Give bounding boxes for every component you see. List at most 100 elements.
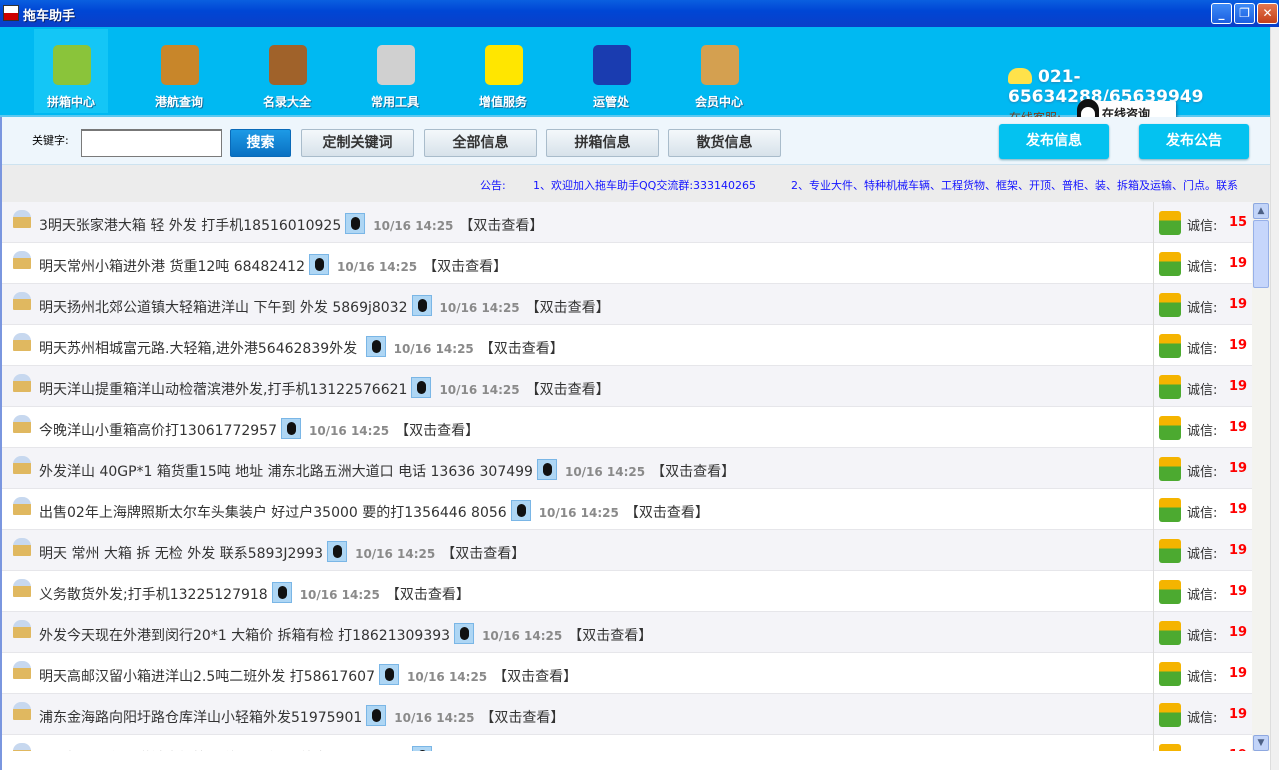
nav-item[interactable]: 拼箱中心 — [34, 29, 108, 113]
credit-label: 诚信: — [1187, 424, 1218, 439]
view-link[interactable]: 【双击查看】 — [423, 259, 507, 275]
credit-cell: 诚信: 19 — [1153, 407, 1252, 448]
list-item[interactable]: 明天苏州相城富元路.大轻箱,进外港56462839外发 10/16 14:25 【… — [2, 325, 1252, 366]
info-list: 3明天张家港大箱 轻 外发 打手机18516010925 10/16 14:25 【… — [2, 202, 1252, 751]
view-link[interactable]: 【双击查看】 — [625, 505, 709, 521]
qq-icon[interactable] — [378, 664, 399, 685]
credit-label: 诚信: — [1187, 465, 1218, 480]
view-link[interactable]: 【双击查看】 — [651, 464, 735, 480]
credit-label: 诚信: — [1187, 588, 1218, 603]
bulk-info-button[interactable]: 散货信息 — [668, 129, 781, 157]
credit-cell: 诚信: 15 — [1153, 202, 1252, 243]
nav-item[interactable]: 常用工具 — [358, 29, 432, 113]
view-link[interactable]: 【双击查看】 — [480, 710, 564, 726]
nav-label: 运管处 — [592, 95, 629, 109]
credit-cell: 诚信: 19 — [1153, 653, 1252, 694]
container-box-icon — [13, 292, 31, 310]
item-text: 3明天张家港大箱 轻 外发 打手机18516010925 — [39, 218, 342, 234]
list-item[interactable]: 明天扬州北郊公道镇大轻箱进洋山 下午到 外发 5869j8032 10/16 14… — [2, 284, 1252, 325]
scroll-thumb[interactable] — [1253, 220, 1269, 288]
credit-cell: 诚信: 19 — [1153, 530, 1252, 571]
list-item[interactable]: 明天洋山提重箱洋山动检蓿滨港外发,打手机13122576621 10/16 14:… — [2, 366, 1252, 407]
list-item[interactable]: 明天常州小箱进外港 货重12吨 68482412 10/16 14:25 【双击查看… — [2, 243, 1252, 284]
nav-item[interactable]: 名录大全 — [250, 29, 324, 113]
reputation-hands-icon — [1159, 498, 1181, 522]
window-scrollbar[interactable] — [1270, 27, 1279, 770]
list-scrollbar[interactable]: ▲ ▼ — [1252, 202, 1270, 751]
nav-label: 增值服务 — [478, 95, 527, 109]
qq-icon[interactable] — [327, 541, 348, 562]
list-item[interactable]: 明天高邮汉留小箱进洋山2.5吨二班外发 打58617607 10/16 14:25… — [2, 653, 1252, 694]
view-link[interactable]: 【双击查看】 — [441, 546, 525, 562]
credit-cell: 诚信: 19 — [1153, 243, 1252, 284]
qq-icon[interactable] — [280, 418, 301, 439]
credit-label: 诚信: — [1187, 301, 1218, 316]
view-link[interactable]: 【双击查看】 — [459, 218, 543, 234]
keyword-input[interactable] — [81, 129, 222, 157]
credit-label: 诚信: — [1187, 260, 1218, 275]
list-item[interactable]: 外发洋山 40GP*1 箱货重15吨 地址 浦东北路五洲大道口 电话 13636… — [2, 448, 1252, 489]
qq-icon[interactable] — [308, 254, 329, 275]
view-link[interactable]: 【双击查看】 — [568, 628, 652, 644]
qq-icon[interactable] — [411, 377, 432, 398]
view-link[interactable]: 【双击查看】 — [395, 423, 479, 439]
scroll-up-button[interactable]: ▲ — [1253, 203, 1269, 219]
item-time: 10/16 14:25 — [538, 506, 619, 520]
qq-icon[interactable] — [366, 705, 387, 726]
reputation-hands-icon — [1159, 334, 1181, 358]
view-link[interactable]: 【双击查看】 — [386, 587, 470, 603]
nav-label: 会员中心 — [694, 95, 743, 109]
list-item[interactable]: 出售02年上海牌照斯太尔车头集装户 好过户35000 要的打1356446 80… — [2, 489, 1252, 530]
reputation-hands-icon — [1159, 744, 1181, 751]
search-button[interactable]: 搜索 — [230, 129, 291, 157]
qq-icon[interactable] — [411, 746, 432, 751]
nav-label: 常用工具 — [370, 95, 419, 109]
container-box-icon — [13, 333, 31, 351]
qq-icon[interactable] — [510, 500, 531, 521]
qq-icon[interactable] — [454, 623, 475, 644]
scroll-down-button[interactable]: ▼ — [1253, 735, 1269, 751]
nav-item[interactable]: 增值服务 — [466, 29, 540, 113]
list-item[interactable]: 义务散货外发;打手机13225127918 10/16 14:25 【双击查看】 诚… — [2, 571, 1252, 612]
reputation-hands-icon — [1159, 293, 1181, 317]
restore-button[interactable]: ❐ — [1234, 3, 1255, 24]
credit-cell: 诚信: 19 — [1153, 735, 1252, 751]
view-link[interactable]: 【双击查看】 — [493, 669, 577, 685]
close-button[interactable]: ✕ — [1257, 3, 1278, 24]
tools-icon — [377, 45, 415, 85]
credit-value: 19 — [1229, 297, 1248, 312]
view-link[interactable]: 【双击查看】 — [526, 300, 610, 316]
item-text: 外发洋山 40GP*1 箱货重15吨 地址 浦东北路五洲大道口 电话 13636… — [39, 464, 533, 480]
item-text: 明天洋山提重箱洋山动检蓿滨港外发,打手机13122576621 — [39, 382, 408, 398]
minimize-button[interactable]: _ — [1211, 3, 1232, 24]
list-item[interactable]: 外发今天现在外港到闵行20*1 大箱价 拆箱有检 打18621309393 10/… — [2, 612, 1252, 653]
qq-icon[interactable] — [271, 582, 292, 603]
list-item[interactable]: 浦东金海路向阳圩路仓库洋山小轻箱外发51975901 10/16 14:25 【双击… — [2, 694, 1252, 735]
all-info-button[interactable]: 全部信息 — [424, 129, 537, 157]
list-item[interactable]: 3明天张家港大箱 轻 外发 打手机18516010925 10/16 14:25 【… — [2, 202, 1252, 243]
lcl-info-button[interactable]: 拼箱信息 — [546, 129, 659, 157]
view-link[interactable]: 【双击查看】 — [526, 382, 610, 398]
publish-notice-button[interactable]: 发布公告 — [1139, 124, 1249, 159]
item-time: 10/16 14:25 — [394, 711, 475, 725]
qq-icon[interactable] — [345, 213, 366, 234]
view-link[interactable]: 【双击查看】 — [480, 341, 564, 357]
reputation-hands-icon — [1159, 211, 1181, 235]
nav-item[interactable]: 港航查询 — [142, 29, 216, 113]
custom-keyword-button[interactable]: 定制关键词 — [301, 129, 414, 157]
reputation-hands-icon — [1159, 621, 1181, 645]
nav-item[interactable]: 会员中心 — [682, 29, 756, 113]
publish-info-button[interactable]: 发布信息 — [999, 124, 1109, 159]
qq-icon[interactable] — [411, 295, 432, 316]
list-item[interactable]: 今晚洋山小重箱高价打13061772957 10/16 14:25 【双击查看】 诚… — [2, 407, 1252, 448]
item-text: 明天扬州北郊公道镇大轻箱进洋山 下午到 外发 5869j8032 — [39, 300, 408, 316]
item-time: 10/16 14:25 — [439, 301, 520, 315]
container-box-icon — [13, 374, 31, 392]
list-item[interactable]: 明天扬州北郊公道镇大轻箱进洋山 下午到 外发 5869j803210/16 14… — [2, 735, 1252, 751]
qq-icon[interactable] — [536, 459, 557, 480]
credit-value: 19 — [1229, 666, 1248, 681]
credit-label: 诚信: — [1187, 219, 1218, 234]
nav-item[interactable]: 运管处 — [574, 29, 648, 113]
qq-icon[interactable] — [365, 336, 386, 357]
list-item[interactable]: 明天 常州 大箱 拆 无检 外发 联系5893J2993 10/16 14:25 【… — [2, 530, 1252, 571]
